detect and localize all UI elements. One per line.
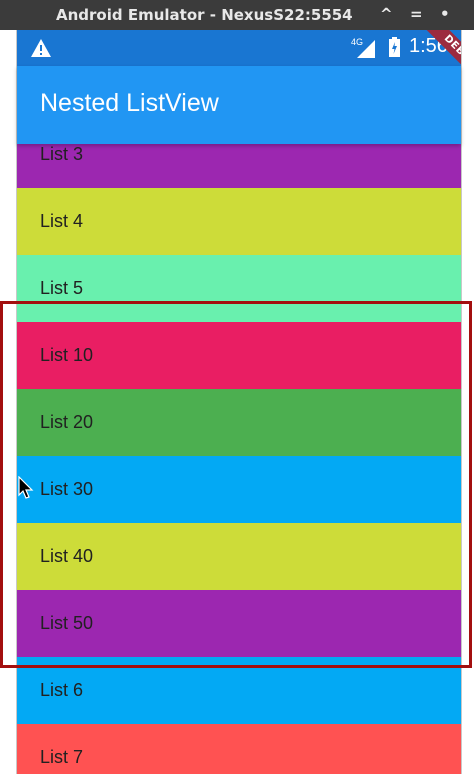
list-item-label: List 30 <box>40 479 94 499</box>
device-frame-right <box>461 30 474 774</box>
list-item[interactable]: List 7 <box>17 724 461 774</box>
mouse-cursor-icon <box>18 476 34 499</box>
minimize-icon[interactable]: ^ <box>380 5 393 23</box>
list-item-label: List 7 <box>40 747 84 767</box>
list-item[interactable]: List 30 <box>17 456 461 523</box>
list-item[interactable]: List 4 <box>17 188 461 255</box>
emulator-title-bar: Android Emulator - NexusS22:5554 ^ = • <box>0 0 474 30</box>
signal-icon <box>357 40 375 58</box>
list-item[interactable]: List 10 <box>17 322 461 389</box>
window-title: Android Emulator - NexusS22:5554 <box>56 6 353 24</box>
android-status-bar: 4G 1:56 DEBUG <box>17 30 461 66</box>
device-frame-left <box>0 30 17 774</box>
list-item-label: List 40 <box>40 546 94 566</box>
nested-list-view[interactable]: List 3 List 4 List 5 List 10 List 20 List 30 L… <box>17 144 461 774</box>
list-item-label: List 4 <box>40 211 84 231</box>
list-item-label: List 50 <box>40 613 94 633</box>
list-item-label: List 5 <box>40 278 84 298</box>
menu-icon[interactable]: = <box>410 5 423 23</box>
list-item[interactable]: List 20 <box>17 389 461 456</box>
app-bar-title: Nested ListView <box>40 89 219 117</box>
battery-icon <box>389 37 400 57</box>
list-item-label: List 20 <box>40 412 94 432</box>
list-item[interactable]: List 3 <box>17 144 461 188</box>
list-item[interactable]: List 5 <box>17 255 461 322</box>
emulator-screen: Android Emulator - NexusS22:5554 ^ = • 4… <box>0 0 474 774</box>
list-item-label: List 3 <box>40 144 84 164</box>
list-item-label: List 10 <box>40 345 94 365</box>
list-item[interactable]: List 40 <box>17 523 461 590</box>
list-item[interactable]: List 50 <box>17 590 461 657</box>
warning-icon <box>31 39 51 57</box>
list-item-label: List 6 <box>40 680 84 700</box>
app-bar: Nested ListView <box>17 66 461 144</box>
list-item[interactable]: List 6 <box>17 657 461 724</box>
close-icon[interactable]: • <box>440 5 450 23</box>
